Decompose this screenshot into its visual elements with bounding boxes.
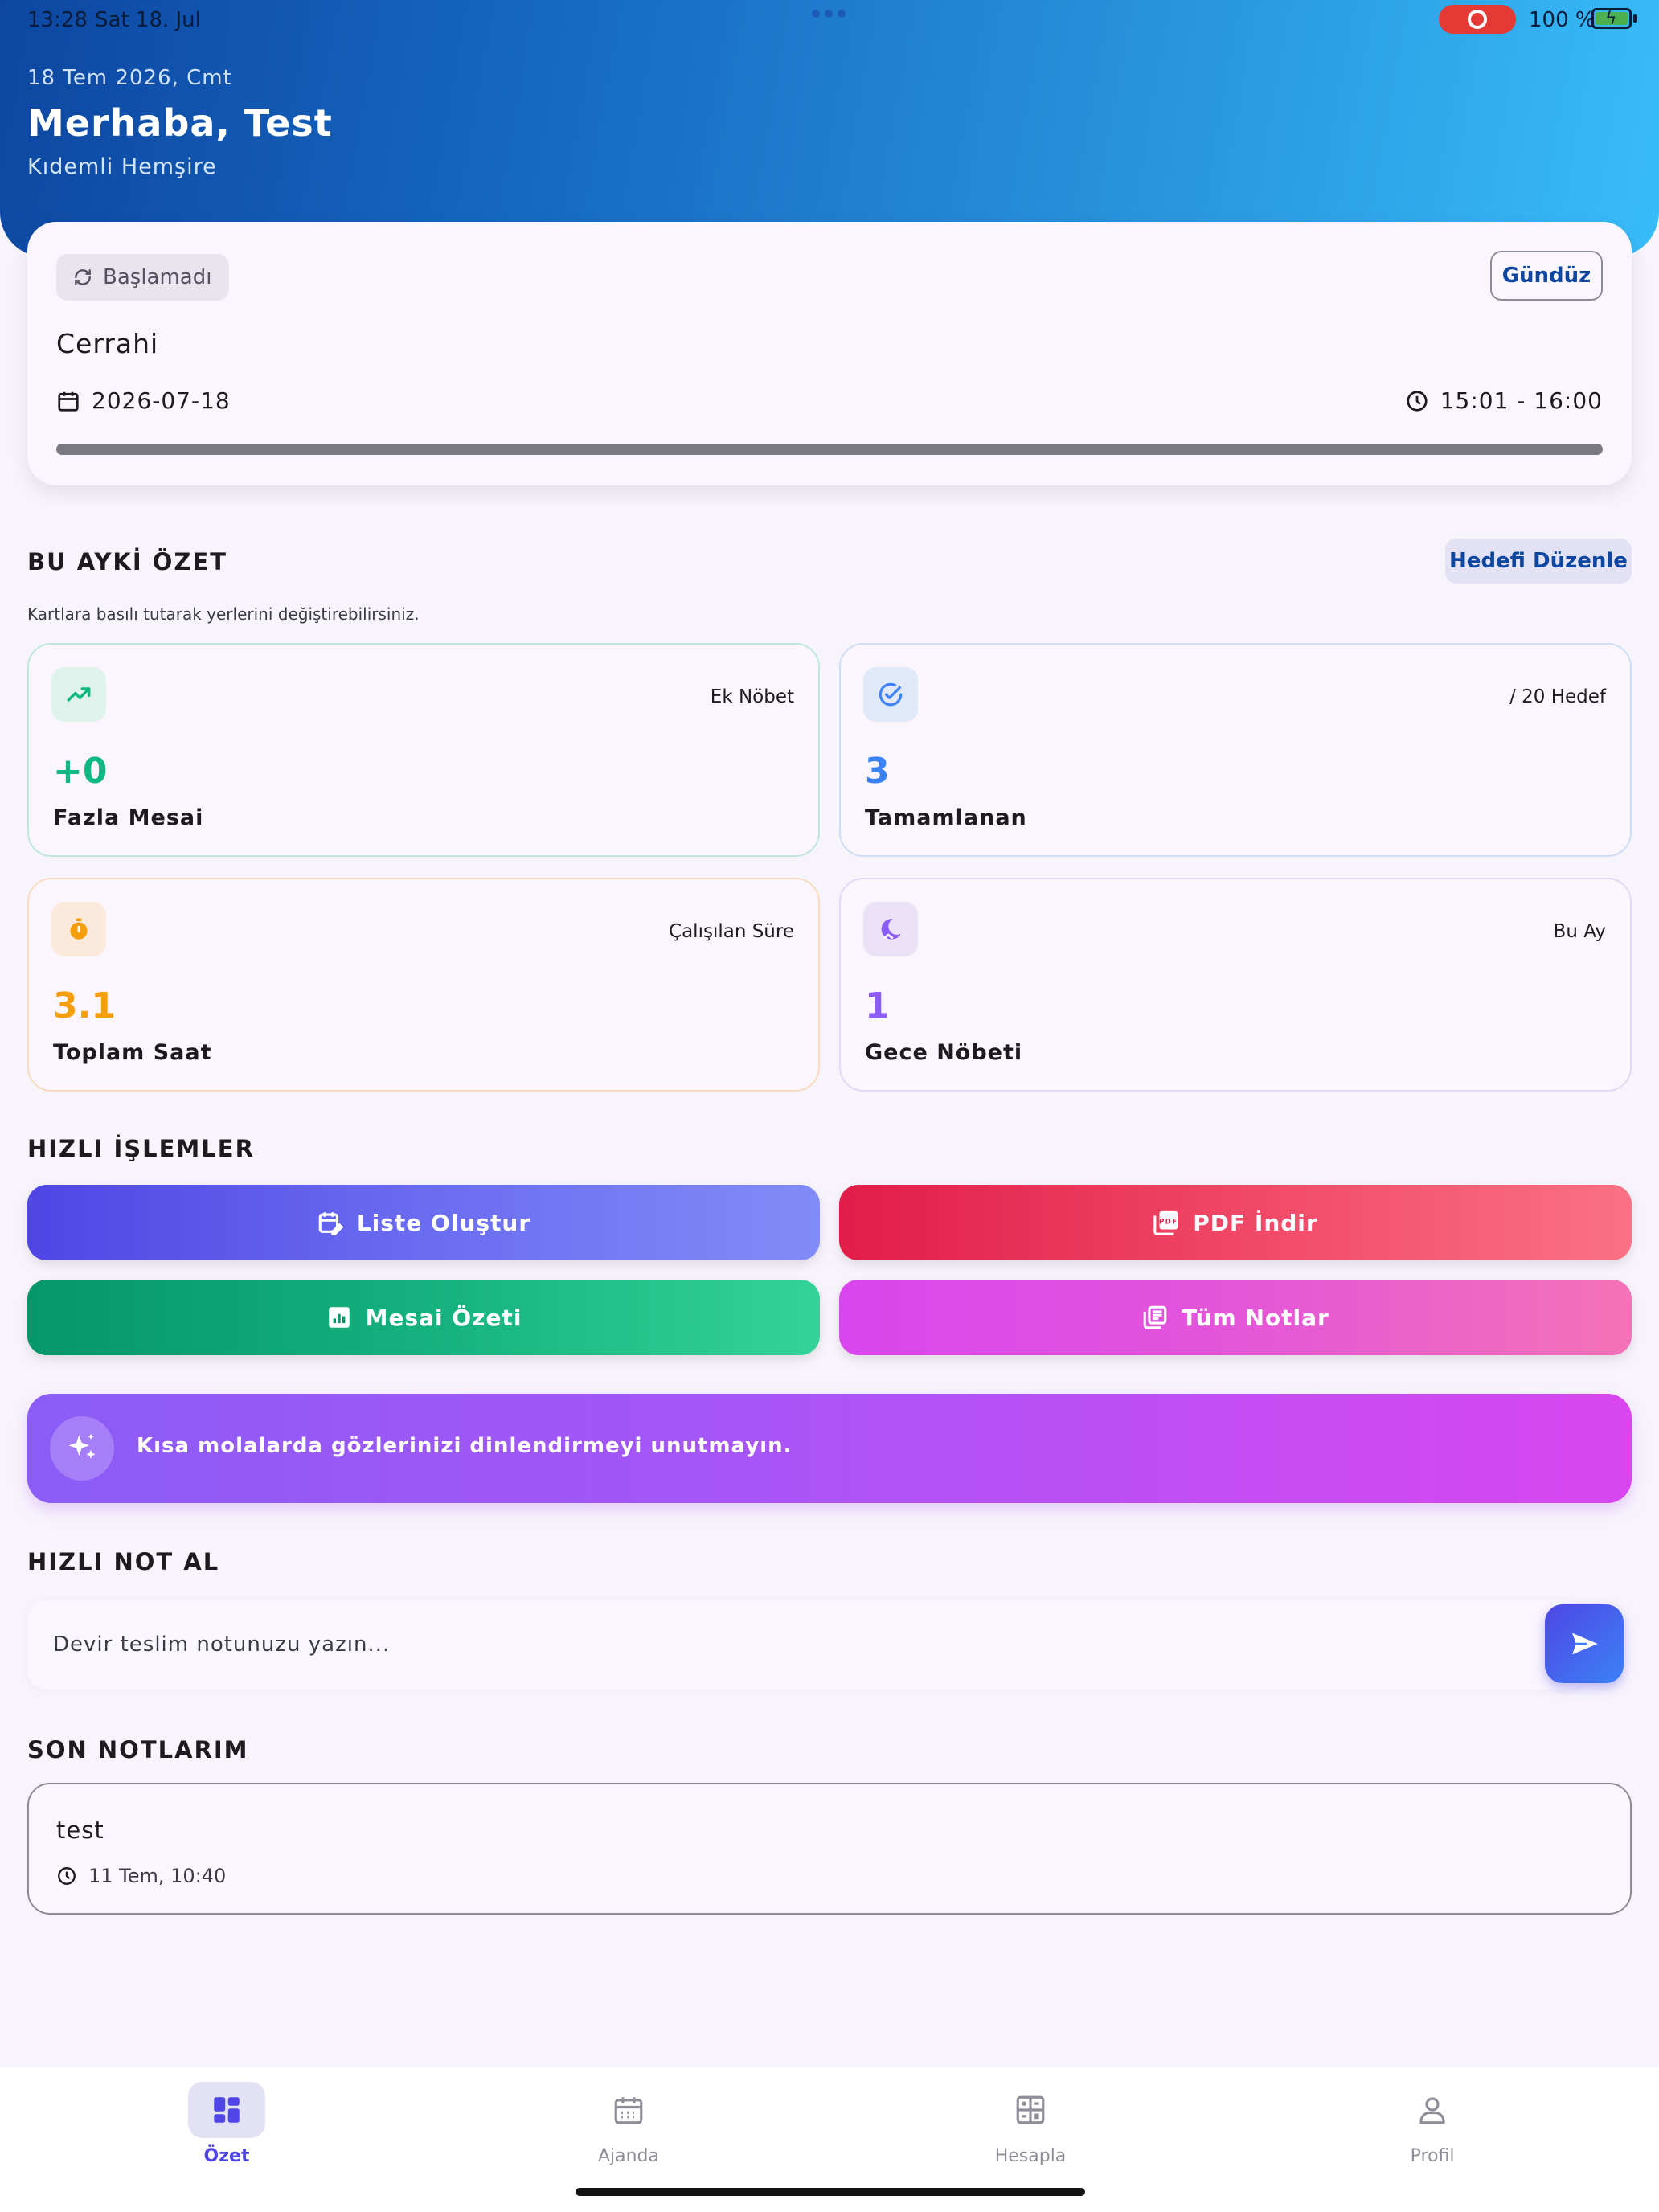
tip-text: Kısa molalarda gözlerinizi dinlendirmeyi… — [137, 1434, 793, 1458]
download-pdf-button[interactable]: PDF PDF İndir — [839, 1185, 1632, 1260]
all-notes-label: Tüm Notlar — [1182, 1304, 1329, 1331]
person-icon — [1394, 2082, 1471, 2138]
battery-percent: 100 % — [1529, 8, 1596, 32]
calendar-edit-icon — [318, 1212, 344, 1235]
note-time: 11 Tem, 10:40 — [88, 1865, 227, 1887]
summary-title: BU AYKİ ÖZET — [27, 548, 228, 576]
trending-up-icon — [51, 667, 106, 722]
create-list-button[interactable]: Liste Oluştur — [27, 1185, 820, 1260]
calendar-icon — [58, 391, 79, 412]
send-note-button[interactable] — [1545, 1604, 1624, 1683]
edit-goal-button[interactable]: Hedefi Düzenle — [1445, 539, 1632, 584]
stat-top-label: / 20 Hedef — [1509, 686, 1606, 707]
notes-icon — [1143, 1305, 1167, 1329]
stat-value: 3.1 — [53, 985, 116, 1026]
stat-card-completed[interactable]: / 20 Hedef 3 Tamamlanan — [839, 643, 1632, 857]
shift-type-badge[interactable]: Gündüz — [1490, 251, 1603, 301]
calendar-icon — [590, 2082, 667, 2138]
nav-item-ozet[interactable]: Özet — [146, 2082, 307, 2166]
sync-icon — [75, 269, 91, 285]
shift-time-row: 15:01 - 16:00 — [1405, 387, 1603, 414]
stat-top-label: Çalışılan Süre — [669, 921, 794, 942]
stat-label: Tamamlanan — [865, 805, 1027, 830]
battery-tip — [1633, 14, 1637, 23]
stat-top-label: Bu Ay — [1553, 921, 1606, 942]
dashboard-icon — [188, 2082, 265, 2138]
timer-icon — [51, 902, 106, 956]
multitask-dots-icon[interactable] — [812, 10, 846, 18]
pdf-icon: PDF — [1153, 1210, 1178, 1235]
all-notes-button[interactable]: Tüm Notlar — [839, 1280, 1632, 1355]
svg-text:PDF: PDF — [1159, 1218, 1178, 1226]
stat-label: Gece Nöbeti — [865, 1040, 1023, 1065]
nav-item-ajanda[interactable]: Ajanda — [548, 2082, 709, 2166]
summary-hint: Kartlara basılı tutarak yerlerini değişt… — [27, 604, 420, 624]
nav-label: Ajanda — [597, 2146, 660, 2166]
shift-progress-fill — [56, 444, 1603, 455]
sparkles-icon — [50, 1416, 114, 1481]
note-time-row: 11 Tem, 10:40 — [56, 1865, 226, 1887]
stat-card-overtime[interactable]: Ek Nöbet +0 Fazla Mesai — [27, 643, 820, 857]
recent-note-item[interactable]: test 11 Tem, 10:40 — [27, 1783, 1632, 1915]
clock-icon — [58, 1867, 76, 1885]
shift-date-row: 2026-07-18 — [56, 387, 231, 414]
stat-card-total-hours[interactable]: Çalışılan Süre 3.1 Toplam Saat — [27, 878, 820, 1092]
shift-status-chip: Başlamadı — [56, 254, 230, 301]
overtime-summary-label: Mesai Özeti — [365, 1304, 522, 1331]
stat-label: Fazla Mesai — [53, 805, 204, 830]
nav-label: Hesapla — [994, 2146, 1067, 2166]
home-indicator[interactable] — [576, 2188, 1085, 2196]
header-date: 18 Tem 2026, Cmt — [27, 66, 232, 90]
check-circle-icon — [863, 667, 918, 722]
nav-item-hesapla[interactable]: Hesapla — [950, 2082, 1111, 2166]
overtime-summary-button[interactable]: Mesai Özeti — [27, 1280, 820, 1355]
calculator-icon — [992, 2082, 1069, 2138]
stat-value: +0 — [53, 751, 108, 792]
stat-label: Toplam Saat — [53, 1040, 212, 1065]
greeting: Merhaba, Test — [27, 101, 333, 145]
nav-label: Özet — [203, 2146, 250, 2166]
moon-icon — [863, 902, 918, 956]
quick-note-input[interactable]: Devir teslim notunuzu yazın... — [27, 1600, 1587, 1690]
nav-item-profil[interactable]: Profil — [1352, 2082, 1513, 2166]
screen-record-icon[interactable] — [1439, 5, 1516, 34]
shift-department: Cerrahi — [56, 328, 159, 359]
shift-date: 2026-07-18 — [92, 387, 231, 414]
stat-top-label: Ek Nöbet — [710, 686, 794, 707]
bar-chart-icon — [328, 1307, 350, 1328]
header: 13:28 Sat 18. Jul 100 % ϟ 18 Tem 2026, C… — [0, 0, 1659, 257]
recent-notes-title: SON NOTLARIM — [27, 1736, 249, 1763]
tip-banner: Kısa molalarda gözlerinizi dinlendirmeyi… — [27, 1394, 1632, 1503]
note-text: test — [56, 1817, 104, 1844]
clock-icon — [1407, 390, 1428, 412]
quick-note-title: HIZLI NOT AL — [27, 1548, 220, 1575]
create-list-label: Liste Oluştur — [356, 1209, 531, 1236]
status-bar: 13:28 Sat 18. Jul 100 % ϟ — [0, 0, 1659, 40]
battery-icon: ϟ — [1591, 8, 1632, 29]
stat-value: 3 — [865, 751, 890, 792]
stat-value: 1 — [865, 985, 890, 1026]
current-shift-card[interactable]: Başlamadı Gündüz Cerrahi 2026-07-18 15:0… — [27, 222, 1632, 485]
stat-card-night-shift[interactable]: Bu Ay 1 Gece Nöbeti — [839, 878, 1632, 1092]
user-role: Kıdemli Hemşire — [27, 154, 217, 179]
quick-actions-title: HIZLI İŞLEMLER — [27, 1135, 255, 1162]
shift-time-range: 15:01 - 16:00 — [1440, 387, 1603, 414]
download-pdf-label: PDF İndir — [1193, 1209, 1318, 1236]
shift-progress-bar — [56, 444, 1603, 455]
send-icon — [1572, 1632, 1598, 1655]
status-date: Sat 18. Jul — [95, 8, 201, 32]
nav-label: Profil — [1410, 2146, 1455, 2166]
status-time: 13:28 — [27, 8, 88, 32]
shift-status-label: Başlamadı — [103, 265, 212, 289]
